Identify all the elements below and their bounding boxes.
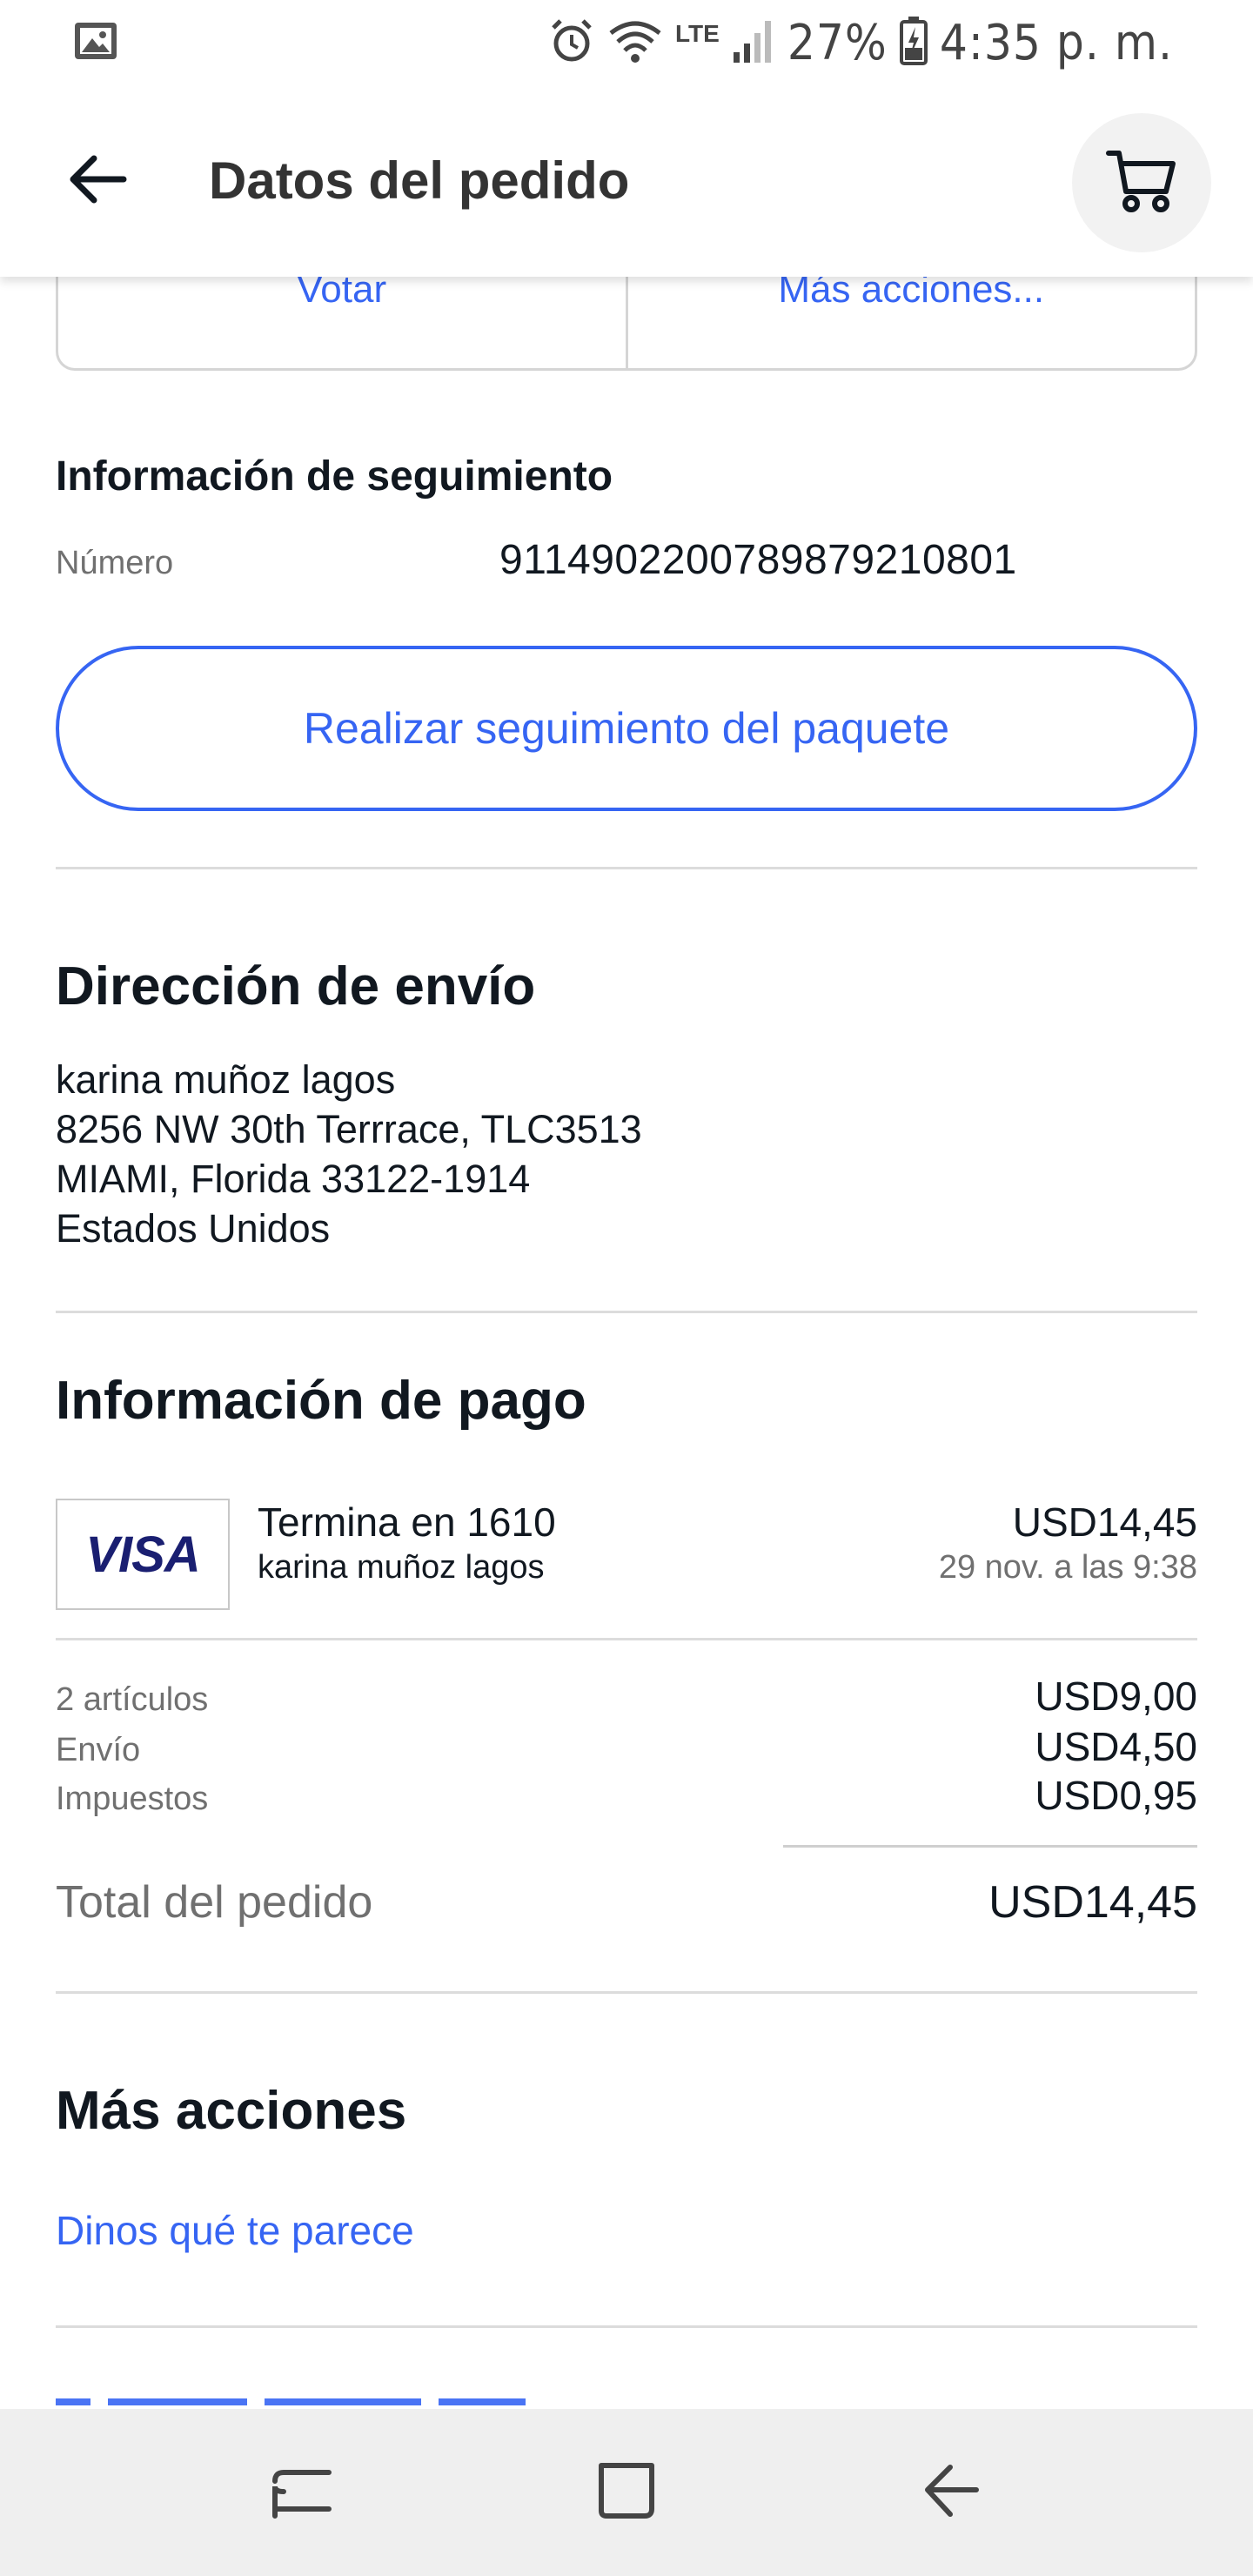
divider — [56, 867, 1197, 869]
summary-row-items: 2 artículos USD9,00 — [56, 1673, 1197, 1720]
status-time: 4:35 p. m. — [939, 14, 1173, 71]
order-total-label: Total del pedido — [56, 1877, 373, 1928]
system-back-button[interactable] — [899, 2440, 1003, 2545]
total-rule — [783, 1845, 1197, 1848]
tracking-title: Información de seguimiento — [56, 453, 613, 500]
divider — [56, 1638, 1197, 1640]
divider — [56, 1991, 1197, 1994]
address-name: karina muñoz lagos — [56, 1057, 396, 1102]
app-bar: Datos del pedido — [0, 85, 1253, 277]
battery-icon — [899, 16, 928, 70]
order-total-row: Total del pedido USD14,45 — [56, 1876, 1197, 1929]
cart-button[interactable] — [1072, 113, 1211, 252]
address-city: MIAMI, Florida 33122-1914 — [56, 1157, 531, 1201]
signal-icon — [732, 17, 775, 69]
summary-value: USD9,00 — [1035, 1674, 1197, 1719]
status-bar: LTE 27% 4:35 p. m. — [0, 0, 1253, 85]
network-type: LTE — [675, 20, 720, 47]
home-button[interactable] — [574, 2440, 679, 2545]
visa-brand: VISA — [85, 1526, 200, 1583]
divider — [56, 1311, 1197, 1313]
alarm-icon — [548, 17, 595, 69]
address-country: Estados Unidos — [56, 1206, 331, 1251]
card-ending: Termina en 1610 — [258, 1499, 556, 1545]
navigation-bar — [0, 2409, 1253, 2576]
tracking-number-label: Número — [56, 545, 174, 581]
gallery-icon — [73, 21, 118, 65]
page-title: Datos del pedido — [209, 151, 630, 210]
track-package-button[interactable]: Realizar seguimiento del paquete — [56, 646, 1197, 811]
back-button[interactable] — [54, 138, 141, 225]
summary-label: 2 artículos — [56, 1681, 209, 1718]
visa-logo: VISA — [56, 1499, 230, 1610]
payment-amount: USD14,45 — [1012, 1499, 1197, 1545]
address-street: 8256 NW 30th Terrrace, TLC3513 — [56, 1107, 642, 1151]
shopping-cart-icon — [1105, 146, 1178, 220]
summary-row-shipping: Envío USD4,50 — [56, 1723, 1197, 1770]
battery-percent: 27% — [787, 14, 888, 71]
payment-date: 29 nov. a las 9:38 — [938, 1549, 1197, 1586]
status-icons: LTE 27% 4:35 p. m. — [548, 12, 1173, 73]
feedback-link[interactable]: Dinos qué te parece — [56, 2207, 414, 2254]
payment-title: Información de pago — [56, 1371, 586, 1431]
home-icon — [596, 2460, 657, 2526]
summary-value: USD0,95 — [1035, 1773, 1197, 1818]
recent-apps-button[interactable] — [250, 2440, 354, 2545]
shipping-address: karina muñoz lagos 8256 NW 30th Terrrace… — [56, 1055, 642, 1253]
summary-label: Envío — [56, 1732, 141, 1768]
summary-row-taxes: Impuestos USD0,95 — [56, 1772, 1197, 1819]
card-holder: karina muñoz lagos — [258, 1549, 545, 1586]
order-total-value: USD14,45 — [988, 1877, 1197, 1928]
recent-apps-icon — [271, 2460, 332, 2526]
summary-label: Impuestos — [56, 1781, 209, 1817]
summary-value: USD4,50 — [1035, 1724, 1197, 1769]
cutoff-link[interactable] — [56, 2392, 543, 2405]
divider — [56, 2325, 1197, 2328]
shipping-title: Dirección de envío — [56, 956, 536, 1016]
arrow-left-icon — [66, 151, 129, 211]
back-icon — [921, 2460, 982, 2526]
more-actions-title: Más acciones — [56, 2081, 407, 2141]
wifi-icon — [607, 17, 663, 69]
tracking-number: 9114902200789879210801 — [499, 537, 1017, 583]
cutoff-link-fragment — [56, 2398, 526, 2405]
